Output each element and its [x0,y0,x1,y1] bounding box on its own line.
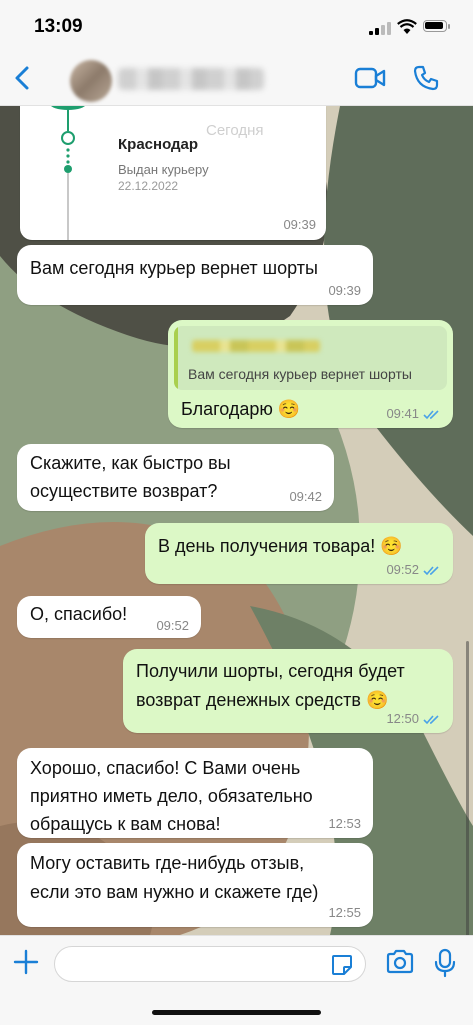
message-text: Благодарю ☺️ [181,399,301,419]
message-incoming[interactable]: Могу оставить где-нибудь отзыв, если это… [17,843,373,927]
chevron-left-icon[interactable] [10,62,36,94]
message-outgoing[interactable]: Получили шорты, сегодня будет возврат де… [123,649,453,733]
message-incoming[interactable]: Скажите, как быстро вы осуществите возвр… [17,444,334,511]
message-time: 09:39 [283,217,316,232]
avatar[interactable] [70,60,112,102]
quoted-author-redacted [192,340,320,352]
tracking-status: Выдан курьеру [118,162,209,177]
message-time: 09:52 [386,562,419,577]
read-ticks-icon [423,409,439,419]
read-ticks-icon [423,565,439,575]
phone-icon[interactable] [413,65,439,91]
plus-icon[interactable] [12,948,40,976]
message-incoming[interactable]: Хорошо, спасибо! С Вами очень приятно им… [17,748,373,838]
quoted-text: Вам сегодня курьер вернет шорты [188,366,412,382]
chat-header [0,52,473,106]
contact-name-redacted[interactable] [118,68,264,90]
message-text: О, спасибо! [30,604,128,624]
message-text: Получили шорты, сегодня будет возврат де… [136,661,405,710]
message-incoming[interactable]: Вам сегодня курьер вернет шорты 09:39 [17,245,373,305]
message-time: 09:42 [289,489,322,504]
message-text: В день получения товара! ☺️ [158,536,403,556]
tracking-date: 22.12.2022 [118,179,179,193]
quoted-message[interactable]: Вам сегодня курьер вернет шорты [174,326,447,390]
message-input[interactable] [54,946,366,982]
message-time: 09:39 [328,283,361,298]
message-outgoing[interactable]: В день получения товара! ☺️ 09:52 [145,523,453,584]
video-call-icon[interactable] [354,66,386,90]
signal-icon [369,22,391,35]
battery-icon [423,20,450,32]
chat-area[interactable]: Сегодня Краснодар Выдан курьеру 22.12.20… [0,106,473,935]
microphone-icon[interactable] [434,948,456,978]
tracking-card[interactable]: Сегодня Краснодар Выдан курьеру 22.12.20… [20,106,326,240]
tracking-today-label: Сегодня [206,122,264,139]
message-incoming[interactable]: О, спасибо! 09:52 [17,596,201,638]
message-text: Хорошо, спасибо! С Вами очень приятно им… [30,758,313,834]
status-bar: 13:09 [0,0,473,52]
tracking-city: Краснодар [118,136,199,153]
sticker-icon[interactable] [330,953,354,977]
message-time: 12:50 [386,711,419,726]
message-text: Могу оставить где-нибудь отзыв, если это… [30,853,319,902]
home-indicator [152,1010,321,1015]
message-time: 09:41 [386,406,419,421]
message-time: 09:52 [156,618,189,633]
message-outgoing[interactable]: Вам сегодня курьер вернет шорты Благодар… [168,320,453,428]
message-text: Скажите, как быстро вы осуществите возвр… [30,453,231,501]
tracking-timeline [51,106,85,240]
scrollbar[interactable] [466,641,469,935]
camera-icon[interactable] [385,949,415,975]
message-text: Вам сегодня курьер вернет шорты [30,258,318,278]
read-ticks-icon [423,714,439,724]
status-time: 13:09 [34,16,83,37]
message-time: 12:55 [328,905,361,920]
wifi-icon [397,19,417,34]
message-time: 12:53 [328,816,361,831]
